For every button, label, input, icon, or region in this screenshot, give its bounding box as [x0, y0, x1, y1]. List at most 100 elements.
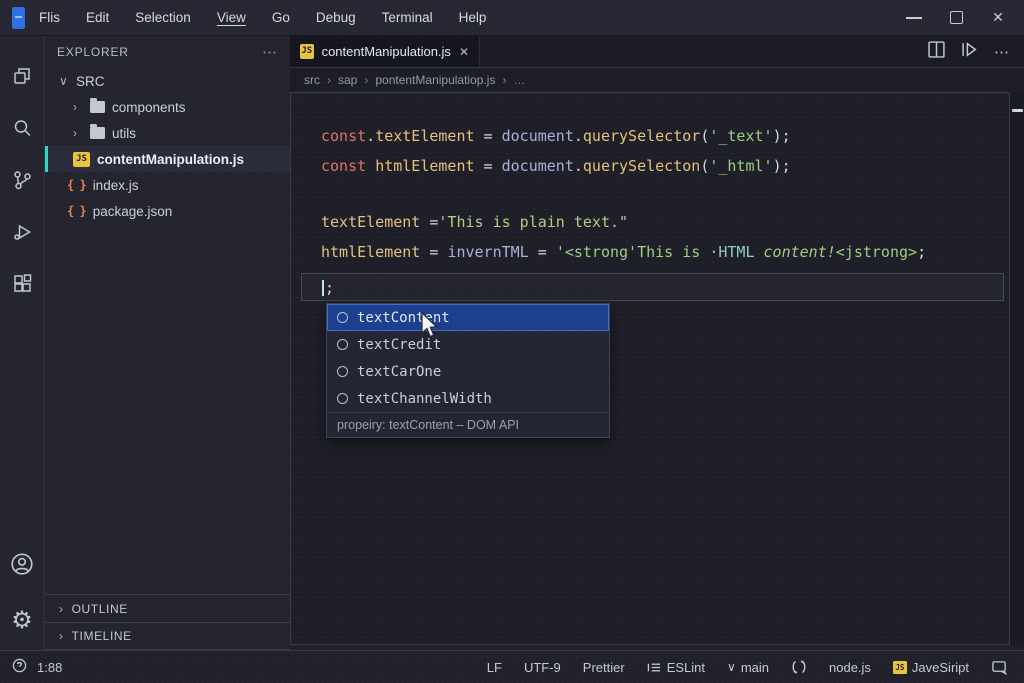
- suggestion-label: textCarOne: [357, 364, 441, 380]
- javascript-badge-icon: JS: [893, 661, 907, 674]
- suggestion-textcredit[interactable]: textCredit: [327, 331, 609, 358]
- window-controls: ✕: [906, 10, 1024, 26]
- status-info-icon[interactable]: [12, 658, 27, 676]
- chevron-right-icon: ›: [327, 73, 331, 87]
- suggestion-textcontent[interactable]: textContent: [327, 304, 609, 331]
- tree-folder-components[interactable]: › components: [45, 94, 290, 120]
- tree-file-package[interactable]: { } package.json: [45, 198, 290, 224]
- suggestion-textchannelwidth[interactable]: textChannelWidth: [327, 385, 609, 412]
- suggestion-kind-icon: [337, 312, 348, 323]
- chevron-right-icon: ›: [59, 602, 64, 616]
- menu-terminal[interactable]: Terminal: [382, 10, 433, 25]
- file-label: contentManipulation.js: [97, 152, 244, 167]
- source-control-icon[interactable]: [0, 154, 45, 206]
- file-label: package.json: [93, 204, 173, 219]
- eol-indicator[interactable]: LF: [487, 660, 502, 675]
- breadcrumb-segment[interactable]: src: [304, 73, 320, 87]
- code-token: invernTML: [447, 243, 528, 261]
- menu-edit[interactable]: Edit: [86, 10, 109, 25]
- tree-folder-utils[interactable]: › utils: [45, 120, 290, 146]
- breadcrumb-segment[interactable]: sap: [338, 73, 357, 87]
- notifications-icon[interactable]: [991, 660, 1008, 675]
- menu-view[interactable]: View: [217, 10, 246, 25]
- sidebar-bottom-sections: › OUTLINE › TIMELINE: [45, 594, 290, 650]
- suggestion-textcarone[interactable]: textCarOne: [327, 358, 609, 385]
- linter-indicator[interactable]: ESLint: [647, 660, 705, 675]
- chevron-right-icon: ›: [73, 126, 83, 140]
- status-left: 1:88: [12, 658, 62, 676]
- breadcrumb: src › sap › pontentManipulatiop.js › …: [290, 68, 1024, 92]
- tree-root-src[interactable]: ∨ SRC: [45, 68, 290, 94]
- json-braces-icon: { }: [67, 204, 86, 218]
- run-debug-icon[interactable]: [0, 206, 45, 258]
- search-icon[interactable]: [0, 102, 45, 154]
- runtime-indicator[interactable]: node.js: [829, 660, 871, 675]
- folder-icon: [90, 101, 105, 113]
- formatter-indicator[interactable]: Prettier: [583, 660, 625, 675]
- code-token: querySelector: [583, 127, 700, 145]
- chevron-right-icon: ›: [73, 100, 83, 114]
- minimize-button[interactable]: [906, 10, 922, 26]
- activity-bar: ⚙: [0, 36, 45, 650]
- folder-icon: [90, 127, 105, 139]
- code-token: const: [321, 157, 366, 175]
- javascript-file-icon: JS: [73, 152, 90, 167]
- tab-contentmanipulation[interactable]: JS contentManipulation.js ✕: [290, 36, 480, 67]
- maximize-button[interactable]: [948, 10, 964, 26]
- menu-help[interactable]: Help: [459, 10, 487, 25]
- tree-file-index[interactable]: { } index.js: [45, 172, 290, 198]
- account-icon[interactable]: [0, 538, 45, 590]
- breadcrumb-segment[interactable]: pontentManipulatiop.js: [375, 73, 495, 87]
- code-token: .: [366, 127, 375, 145]
- branch-label: main: [741, 660, 769, 675]
- close-button[interactable]: ✕: [990, 10, 1006, 26]
- code-token: 'This is plain text.": [438, 213, 628, 231]
- explorer-actions-icon[interactable]: ⋯: [262, 43, 278, 61]
- extensions-icon[interactable]: [0, 258, 45, 310]
- chevron-right-icon: ›: [59, 629, 64, 643]
- list-icon: [647, 660, 662, 675]
- menu-debug[interactable]: Debug: [316, 10, 356, 25]
- status-right: LF UTF-9 Prettier ESLint ∨ main node.js …: [487, 659, 1012, 675]
- split-editor-icon[interactable]: [928, 41, 945, 63]
- suggestion-detail: propeiry: textContent – DOM API: [327, 412, 609, 437]
- suggestion-kind-icon: [337, 393, 348, 404]
- code-token: htmlElement: [321, 243, 420, 261]
- more-actions-icon[interactable]: ⋯: [994, 43, 1010, 61]
- linter-label: ESLint: [667, 660, 705, 675]
- tab-close-icon[interactable]: ✕: [459, 45, 469, 59]
- suggestion-label: textContent: [357, 310, 450, 326]
- tree-file-contentmanipulation[interactable]: JS contentManipulation.js: [45, 146, 290, 172]
- menu-go[interactable]: Go: [272, 10, 290, 25]
- run-file-icon[interactable]: [961, 41, 978, 63]
- editor-actions: ⋯: [928, 36, 1024, 67]
- minimize-icon: [906, 17, 922, 19]
- sync-icon[interactable]: [791, 659, 807, 675]
- menu-selection[interactable]: Selection: [135, 10, 191, 25]
- outline-section[interactable]: › OUTLINE: [45, 594, 290, 622]
- code-token: <jstrong>: [836, 243, 917, 261]
- menu-file[interactable]: Flis: [39, 10, 60, 25]
- language-indicator[interactable]: JS JaveSiript: [893, 660, 969, 675]
- code-token: [366, 157, 375, 175]
- encoding-indicator[interactable]: UTF-9: [524, 660, 561, 675]
- app-logo-icon: [12, 7, 25, 29]
- code-token: (: [700, 127, 709, 145]
- code-token: ;: [917, 243, 926, 261]
- cursor-position[interactable]: 1:88: [37, 660, 62, 675]
- breadcrumb-more-icon[interactable]: …: [513, 73, 525, 87]
- settings-gear-icon[interactable]: ⚙: [0, 590, 45, 650]
- code-blank-line: [291, 181, 1009, 207]
- code-token: =: [529, 243, 556, 261]
- folder-label: utils: [112, 126, 136, 141]
- status-bar: 1:88 LF UTF-9 Prettier ESLint ∨ main nod…: [0, 650, 1024, 683]
- explorer-icon[interactable]: [0, 50, 45, 102]
- suggestion-kind-icon: [337, 339, 348, 350]
- code-token: ;: [325, 279, 334, 297]
- scrollbar-thumb[interactable]: [1012, 109, 1023, 112]
- code-token: .: [574, 127, 583, 145]
- chevron-down-icon: ∨: [59, 74, 69, 88]
- branch-indicator[interactable]: ∨ main: [727, 660, 769, 675]
- timeline-section[interactable]: › TIMELINE: [45, 622, 290, 650]
- timeline-label: TIMELINE: [72, 629, 132, 643]
